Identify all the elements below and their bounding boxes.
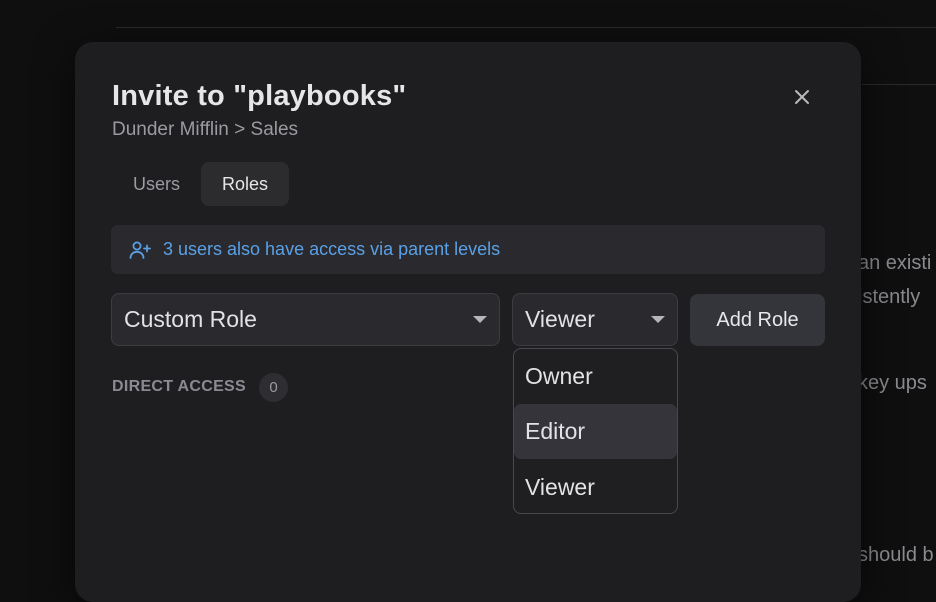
- parent-access-text: 3 users also have access via parent leve…: [163, 239, 501, 259]
- direct-access-count-badge: 0: [259, 372, 288, 402]
- dropdown-option-owner[interactable]: Owner: [514, 349, 677, 404]
- permission-select-value: Viewer: [525, 306, 595, 332]
- role-select[interactable]: Custom Role: [111, 293, 500, 346]
- close-button[interactable]: [791, 86, 813, 108]
- tab-bar: Users Roles: [112, 162, 290, 206]
- dropdown-option-editor[interactable]: Editor: [514, 404, 677, 459]
- background-divider: [116, 27, 936, 28]
- modal-title: Invite to "playbooks": [112, 80, 407, 112]
- role-select-value: Custom Role: [124, 306, 257, 332]
- background-divider: [862, 84, 936, 85]
- chevron-down-icon: [473, 316, 487, 323]
- close-icon: [795, 90, 809, 104]
- direct-access-header: DIRECT ACCESS 0: [112, 372, 288, 402]
- invite-modal: Invite to "playbooks" Dunder Mifflin > S…: [75, 42, 861, 602]
- user-plus-icon: [129, 241, 151, 259]
- tab-users[interactable]: Users: [112, 162, 201, 206]
- add-role-button[interactable]: Add Role: [690, 294, 825, 346]
- parent-access-banner[interactable]: 3 users also have access via parent leve…: [111, 225, 825, 274]
- breadcrumb: Dunder Mifflin > Sales: [112, 119, 299, 140]
- dropdown-option-viewer[interactable]: Viewer: [514, 460, 677, 513]
- permission-dropdown-menu: Owner Editor Viewer: [513, 348, 678, 514]
- permission-select[interactable]: Viewer: [512, 293, 678, 346]
- background-text: should b: [858, 544, 934, 566]
- tab-roles[interactable]: Roles: [201, 162, 290, 206]
- chevron-down-icon: [651, 316, 665, 323]
- background-text: an existi: [858, 252, 932, 274]
- direct-access-label: DIRECT ACCESS: [112, 378, 246, 395]
- background-text: istently: [858, 286, 921, 308]
- background-text: key ups: [858, 372, 927, 394]
